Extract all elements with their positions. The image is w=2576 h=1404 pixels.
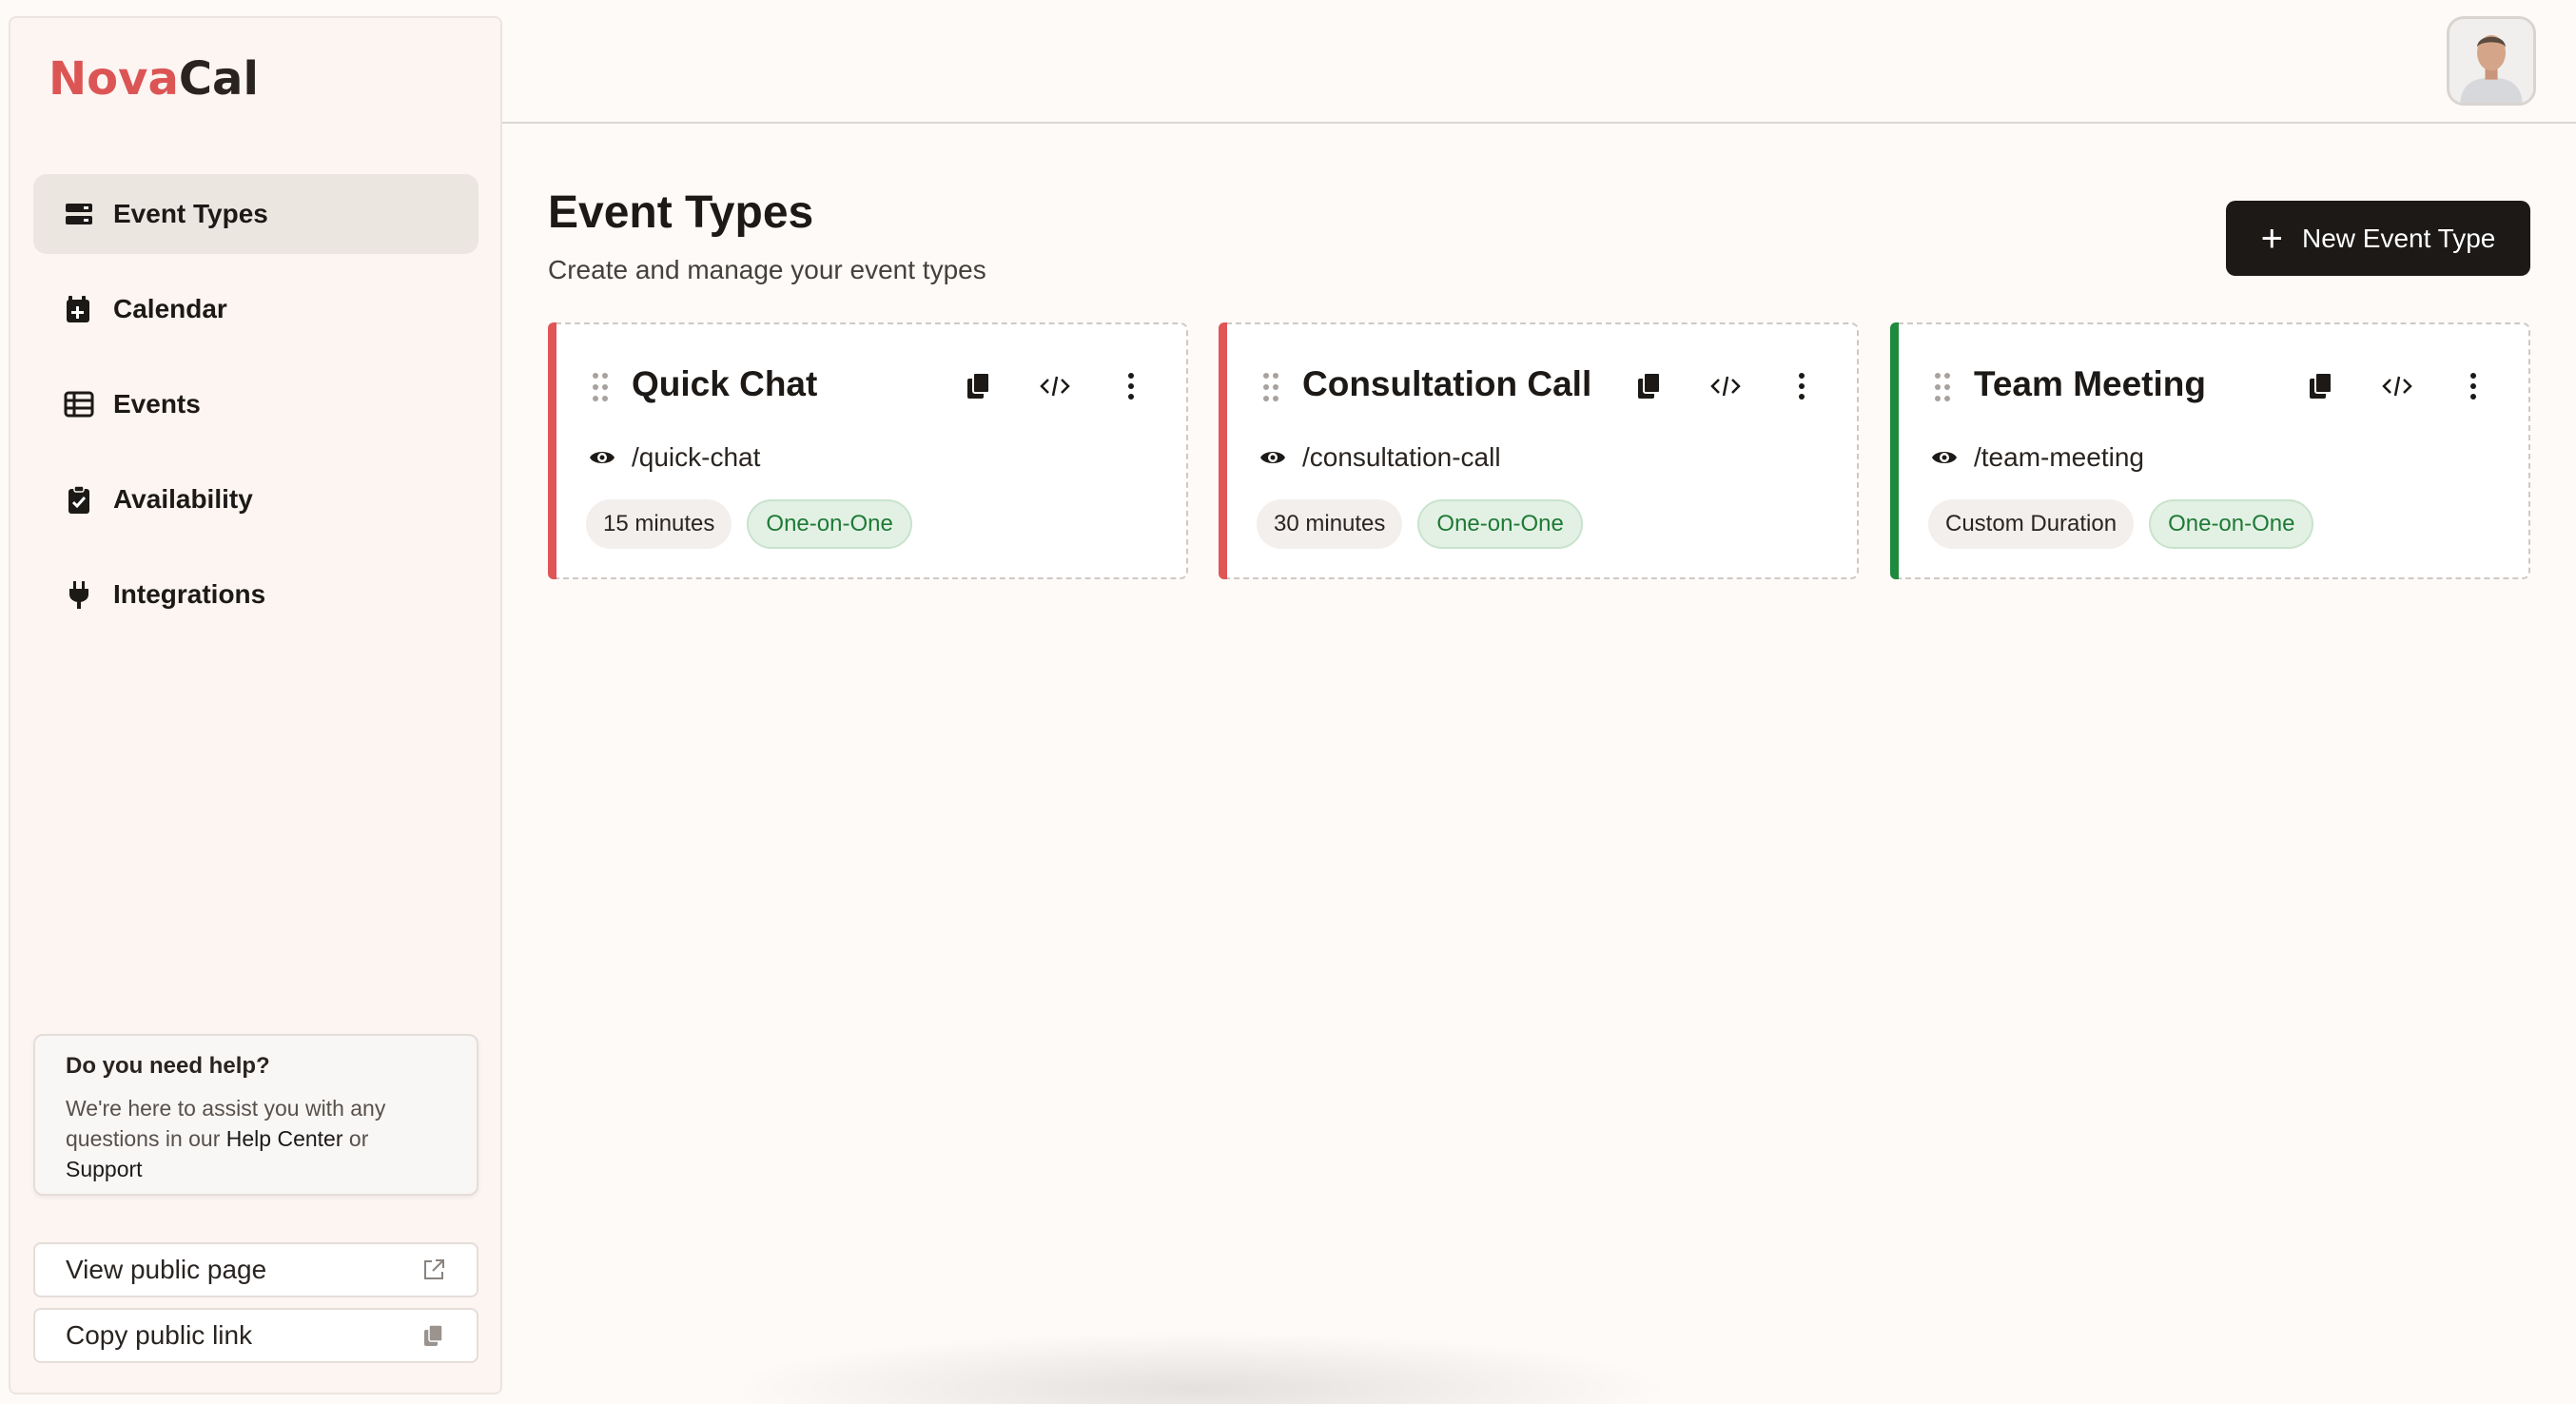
avatar-photo [2449, 19, 2533, 103]
card-slug-text: /team-meeting [1974, 442, 2144, 472]
sidebar-item-availability[interactable]: Availability [33, 459, 478, 539]
copy-icon [967, 372, 990, 399]
help-text-mid: or [342, 1126, 369, 1151]
type-badge: One-on-One [747, 499, 912, 549]
card-actions [2272, 362, 2500, 410]
card-slug[interactable]: /quick-chat [588, 442, 760, 473]
help-card: Do you need help? We're here to assist y… [33, 1034, 478, 1196]
eye-icon [1932, 452, 1957, 463]
card-badges: Custom Duration One-on-One [1928, 499, 2329, 549]
more-options-button[interactable] [1104, 362, 1158, 410]
more-options-button[interactable] [1775, 362, 1828, 410]
sidebar-item-label: Event Types [113, 199, 268, 228]
sidebar-item-integrations[interactable]: Integrations [33, 555, 478, 634]
help-center-link[interactable]: Help Center [226, 1126, 343, 1151]
card-accent [548, 322, 556, 579]
view-public-page-button[interactable]: View public page [33, 1242, 478, 1297]
plug-icon [69, 581, 88, 609]
sidebar-nav: Event Types Calendar Events Availability… [33, 174, 478, 650]
clipboard-check-icon [68, 485, 89, 514]
code-icon [2382, 376, 2412, 397]
card-title[interactable]: Team Meeting [1974, 364, 2206, 404]
duplicate-button[interactable] [1623, 362, 1676, 410]
eye-icon [590, 452, 615, 463]
card-slug[interactable]: /team-meeting [1930, 442, 2144, 473]
bottom-shadow [723, 1332, 1674, 1404]
sidebar-item-events[interactable]: Events [33, 364, 478, 444]
more-vertical-icon [1128, 373, 1134, 400]
copy-icon [1638, 372, 1661, 399]
card-slug[interactable]: /consultation-call [1259, 442, 1501, 473]
copy-icon [424, 1324, 443, 1346]
card-accent [1890, 322, 1899, 579]
code-icon [1040, 376, 1070, 397]
table-list-icon [64, 391, 94, 418]
card-actions [929, 362, 1158, 410]
top-bar [502, 0, 2576, 124]
logo-part-cal: Cal [178, 52, 259, 106]
drag-handle-icon[interactable] [1260, 370, 1281, 404]
more-vertical-icon [1799, 373, 1805, 400]
new-event-type-label: New Event Type [2301, 223, 2496, 253]
help-text: We're here to assist you with any questi… [66, 1093, 446, 1184]
card-title[interactable]: Consultation Call [1302, 364, 1591, 404]
plus-icon: + [2260, 217, 2283, 260]
sidebar-item-label: Calendar [113, 294, 227, 323]
card-actions [1600, 362, 1828, 410]
new-event-type-button[interactable]: + New Event Type [2226, 201, 2530, 276]
external-link-icon [424, 1259, 444, 1279]
help-title: Do you need help? [66, 1053, 270, 1079]
page-title: Event Types [548, 187, 814, 238]
server-stack-icon [66, 204, 92, 224]
event-type-card[interactable]: Quick Chat /quick-chat 15 minutes One-on… [548, 322, 1188, 579]
card-title[interactable]: Quick Chat [632, 364, 817, 404]
more-vertical-icon [2470, 373, 2476, 400]
card-slug-text: /consultation-call [1302, 442, 1501, 472]
eye-icon [1260, 452, 1285, 463]
card-badges: 15 minutes One-on-One [586, 499, 927, 549]
card-slug-text: /quick-chat [632, 442, 761, 472]
card-accent [1219, 322, 1227, 579]
sidebar-item-label: Events [113, 389, 201, 419]
card-badges: 30 minutes One-on-One [1257, 499, 1598, 549]
code-icon [1710, 376, 1741, 397]
embed-code-button[interactable] [1699, 362, 1752, 410]
type-badge: One-on-One [1417, 499, 1583, 549]
embed-code-button[interactable] [2371, 362, 2424, 410]
sidebar-item-label: Availability [113, 484, 253, 514]
drag-handle-icon[interactable] [1932, 370, 1953, 404]
sidebar: NovaCal Event Types Calendar Events Avai… [9, 16, 502, 1394]
event-type-card[interactable]: Consultation Call /consultation-call 30 … [1219, 322, 1859, 579]
page-subtitle: Create and manage your event types [548, 255, 986, 284]
copy-public-link-button[interactable]: Copy public link [33, 1308, 478, 1363]
embed-code-button[interactable] [1028, 362, 1082, 410]
more-options-button[interactable] [2447, 362, 2500, 410]
duplicate-button[interactable] [2294, 362, 2348, 410]
duration-badge: 15 minutes [586, 499, 732, 549]
support-link[interactable]: Support [66, 1157, 143, 1181]
event-type-card[interactable]: Team Meeting /team-meeting Custom Durati… [1890, 322, 2530, 579]
copy-public-link-label: Copy public link [66, 1320, 253, 1350]
duration-badge: Custom Duration [1928, 499, 2135, 549]
copy-icon [2310, 372, 2332, 399]
sidebar-item-event-types[interactable]: Event Types [33, 174, 478, 254]
calendar-plus-icon [67, 296, 89, 322]
type-badge: One-on-One [2149, 499, 2314, 549]
view-public-page-label: View public page [66, 1255, 267, 1284]
app-logo[interactable]: NovaCal [49, 52, 259, 106]
logo-part-nova: Nova [49, 52, 179, 106]
duplicate-button[interactable] [952, 362, 1005, 410]
sidebar-item-calendar[interactable]: Calendar [33, 269, 478, 349]
sidebar-item-label: Integrations [113, 579, 266, 609]
duration-badge: 30 minutes [1257, 499, 1403, 549]
drag-handle-icon[interactable] [590, 370, 611, 404]
user-avatar[interactable] [2447, 16, 2536, 106]
